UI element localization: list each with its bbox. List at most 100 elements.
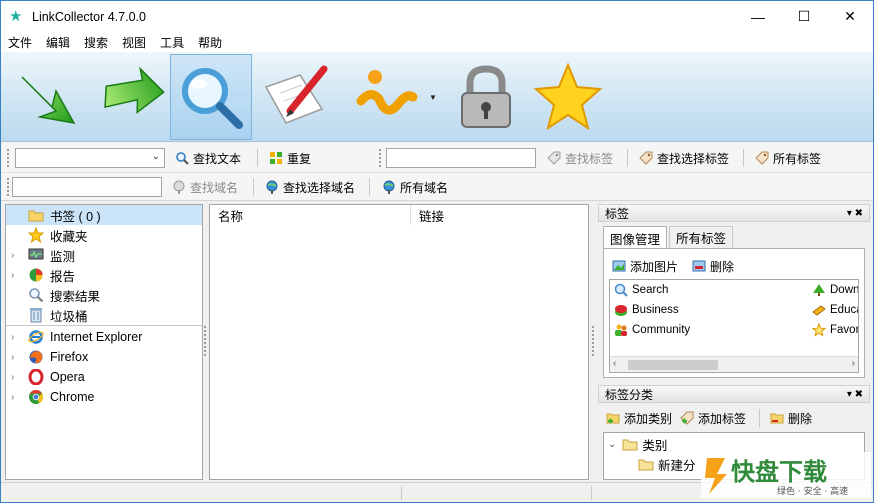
magnifier-search-icon	[182, 68, 243, 129]
chevron-right-icon[interactable]: ›	[11, 270, 14, 281]
menu-help[interactable]: 帮助	[191, 34, 229, 51]
chevron-right-icon[interactable]: ›	[11, 250, 14, 261]
all-domains-label: 所有域名	[400, 180, 449, 195]
star-icon	[811, 322, 827, 337]
tree-item-report[interactable]: › 报告	[6, 265, 202, 285]
delete-image-button[interactable]: 删除	[692, 257, 734, 275]
add-tag-button[interactable]: 添加标签	[680, 409, 746, 427]
chevron-right-icon[interactable]: ›	[11, 372, 14, 383]
favorite-big-button[interactable]	[527, 54, 609, 140]
find-domain-label: 查找域名	[190, 180, 239, 195]
tree-item-monitor[interactable]: › 监测	[6, 245, 202, 265]
add-image-button[interactable]: 添加图片	[612, 257, 678, 275]
find-selected-domain-button[interactable]: 查找选择域名	[265, 177, 355, 197]
repeat-button[interactable]: 重复	[269, 148, 311, 168]
column-header-label: 链接	[419, 209, 445, 224]
tree-item-search-results[interactable]: 搜索结果	[6, 285, 202, 305]
paper-pen-icon	[264, 65, 328, 124]
list-item[interactable]: Business	[614, 301, 679, 319]
tab-image-manager[interactable]: 图像管理	[603, 226, 668, 249]
find-tag-button[interactable]: 查找标签	[547, 148, 613, 168]
import-down-button[interactable]	[7, 54, 89, 140]
chevron-right-icon[interactable]: ›	[11, 392, 14, 403]
search-big-button[interactable]	[170, 54, 252, 140]
title-bar: ★ LinkCollector 4.7.0.0 — ☐ ✕	[1, 1, 873, 32]
lock-big-button[interactable]	[445, 54, 527, 140]
chevron-down-icon[interactable]: ⌄	[608, 439, 616, 450]
tree-item-internet-explorer[interactable]: › Internet Explorer	[6, 327, 202, 347]
app-window: ★ LinkCollector 4.7.0.0 — ☐ ✕ 文件 编辑 搜索 视…	[0, 0, 874, 503]
tree-item-new-category[interactable]: 新建分	[638, 455, 696, 473]
horizontal-scrollbar[interactable]: ‹ ›	[610, 356, 858, 372]
toolbar-grip[interactable]	[7, 149, 9, 167]
tree-divider	[6, 325, 202, 326]
all-tags-button[interactable]: 所有标签	[755, 148, 821, 168]
close-button[interactable]: ✕	[827, 1, 873, 32]
all-domains-button[interactable]: 所有域名	[382, 177, 448, 197]
tree-item-label: Firefox	[50, 350, 89, 364]
chevron-down-icon[interactable]: ⌄	[152, 151, 160, 162]
tree-item-label: 垃圾桶	[50, 309, 88, 324]
chevron-right-icon[interactable]: ›	[11, 332, 14, 343]
tree-item-bookmarks[interactable]: 书签 ( 0 )	[6, 205, 202, 225]
export-up-button[interactable]	[89, 54, 171, 140]
list-item[interactable]: Down	[812, 281, 858, 299]
search-icon	[28, 287, 44, 303]
find-text-label: 查找文本	[193, 151, 242, 166]
status-separator	[401, 486, 402, 500]
tree-item-label: 监测	[50, 249, 76, 264]
internet-explorer-icon	[28, 329, 44, 345]
list-item[interactable]: Search	[614, 281, 668, 299]
tab-all-tags[interactable]: 所有标签	[669, 226, 734, 248]
edit-big-button[interactable]	[255, 54, 337, 140]
tree-item-firefox[interactable]: › Firefox	[6, 347, 202, 367]
left-splitter[interactable]	[204, 326, 206, 356]
menu-edit[interactable]: 编辑	[39, 34, 77, 51]
scrollbar-thumb[interactable]	[628, 360, 718, 370]
tree-item-category-root[interactable]: ⌄ 类别	[608, 435, 667, 453]
toolbar-separator	[369, 178, 370, 196]
panel-pin-close-icon[interactable]: ▾ ✖	[847, 389, 863, 400]
tree-item-chrome[interactable]: › Chrome	[6, 387, 202, 407]
add-folder-icon	[606, 411, 620, 425]
tree-item-label: Opera	[50, 370, 85, 384]
domain-search-input[interactable]	[12, 177, 162, 197]
scroll-right-icon[interactable]: ›	[852, 358, 855, 369]
delete-category-button[interactable]: 删除	[770, 409, 812, 427]
tree-item-opera[interactable]: › Opera	[6, 367, 202, 387]
minimize-button[interactable]: —	[735, 1, 781, 32]
list-item[interactable]: Community	[614, 321, 690, 339]
folder-icon	[638, 457, 654, 471]
list-item-label: Community	[632, 324, 691, 336]
find-domain-button[interactable]: 查找域名	[172, 177, 238, 197]
search-text-combo[interactable]: ⌄	[15, 148, 165, 168]
tag-search-input[interactable]	[386, 148, 536, 168]
find-selected-tag-button[interactable]: 查找选择标签	[639, 148, 729, 168]
tree-item-trash[interactable]: 垃圾桶	[6, 305, 202, 325]
toolbar-grip[interactable]	[7, 178, 9, 196]
info-dropdown-caret-icon[interactable]: ▼	[429, 93, 437, 102]
tree-item-label: 类别	[642, 438, 668, 453]
add-category-button[interactable]: 添加类别	[606, 409, 672, 427]
list-item-label: Business	[632, 304, 679, 316]
menu-view[interactable]: 视图	[115, 34, 153, 51]
menu-search[interactable]: 搜索	[77, 34, 115, 51]
find-text-button[interactable]: 查找文本	[175, 148, 241, 168]
chevron-right-icon[interactable]: ›	[11, 352, 14, 363]
menu-file[interactable]: 文件	[1, 34, 39, 51]
info-big-button[interactable]	[344, 54, 426, 140]
tree-item-favorites[interactable]: 收藏夹	[6, 225, 202, 245]
menu-tools[interactable]: 工具	[153, 34, 191, 51]
toolbar-separator	[743, 149, 744, 167]
list-item[interactable]: Educa	[812, 301, 858, 319]
toolbar-grip[interactable]	[379, 149, 381, 167]
column-header-link[interactable]: 链接	[411, 205, 588, 225]
scroll-left-icon[interactable]: ‹	[613, 358, 616, 369]
panel-pin-close-icon[interactable]: ▾ ✖	[847, 208, 863, 219]
list-item[interactable]: Favor	[811, 321, 858, 339]
maximize-button[interactable]: ☐	[781, 1, 827, 32]
column-header-name[interactable]: 名称	[210, 205, 411, 225]
globe-pin-icon	[382, 180, 396, 194]
right-splitter[interactable]	[592, 326, 594, 356]
find-tag-label: 查找标签	[565, 151, 614, 166]
